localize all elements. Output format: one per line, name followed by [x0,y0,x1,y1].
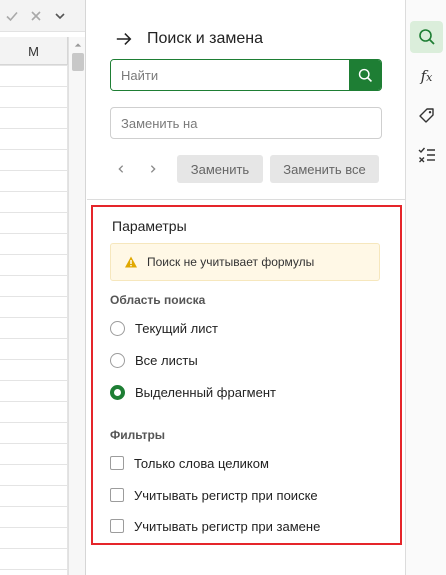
checkbox-match-case-replace[interactable]: Учитывать регистр при замене [110,516,320,536]
checkbox[interactable] [110,456,124,470]
checkbox-match-case-find[interactable]: Учитывать регистр при поиске [110,485,318,505]
function-icon[interactable]: fx [410,60,443,92]
find-field [110,59,382,91]
cell-grid[interactable] [0,65,68,575]
replace-input[interactable] [110,107,382,139]
side-rail: fx [405,0,446,575]
radio-selection[interactable]: Выделенный фрагмент [110,382,276,402]
checkbox-label: Только слова целиком [134,455,269,471]
scroll-up-icon[interactable] [73,40,83,50]
radio-current-sheet[interactable]: Текущий лист [110,318,218,338]
warning-banner: Поиск не учитывает формулы [110,243,380,281]
find-replace-controls: Поиск и замена Заменить Заменить все [87,0,405,200]
warning-text: Поиск не учитывает формулы [147,255,315,269]
radio-label: Текущий лист [135,320,218,336]
vertical-scrollbar[interactable] [68,37,85,575]
check-list-icon[interactable] [410,139,443,171]
close-icon[interactable] [24,0,48,32]
radio-label: Все листы [135,352,198,368]
scrollbar-thumb[interactable] [72,53,84,71]
chevron-down-icon[interactable] [48,0,72,32]
parameters-title: Параметры [112,218,187,234]
checkbox[interactable] [110,488,124,502]
checkbox-whole-words[interactable]: Только слова целиком [110,453,269,473]
find-input[interactable] [111,60,349,90]
chevron-left-icon[interactable] [110,155,132,183]
radio-all-sheets[interactable]: Все листы [110,350,198,370]
search-button[interactable] [349,60,381,90]
search-scope-label: Область поиска [110,293,206,307]
spreadsheet-area: M [0,0,86,575]
tag-icon[interactable] [410,100,443,132]
column-header-m[interactable]: M [0,37,68,65]
radio-button[interactable] [110,320,125,336]
checkbox-label: Учитывать регистр при замене [134,518,321,534]
find-replace-panel: Поиск и замена Заменить Заменить все Пар… [87,0,405,575]
search-icon[interactable] [410,21,443,53]
radio-button[interactable] [110,352,125,368]
replace-all-button[interactable]: Заменить все [270,155,379,183]
panel-title: Поиск и замена [147,30,264,47]
formula-bar-actions [0,0,85,32]
radio-button-checked[interactable] [110,384,125,400]
search-icon [358,68,372,82]
fx-glyph: fx [420,67,433,85]
replace-actions: Заменить Заменить все [110,155,386,183]
arrow-right-icon[interactable] [113,28,135,50]
checkbox[interactable] [110,519,124,533]
check-icon[interactable] [0,0,24,32]
warning-icon [124,255,138,269]
parameters-section: Параметры Поиск не учитывает формулы Обл… [91,205,402,545]
filters-label: Фильтры [110,428,166,442]
checkbox-label: Учитывать регистр при поиске [134,487,318,503]
chevron-right-icon[interactable] [142,155,164,183]
panel-header: Поиск и замена [113,26,263,52]
replace-button[interactable]: Заменить [177,155,263,183]
radio-label: Выделенный фрагмент [135,384,276,400]
